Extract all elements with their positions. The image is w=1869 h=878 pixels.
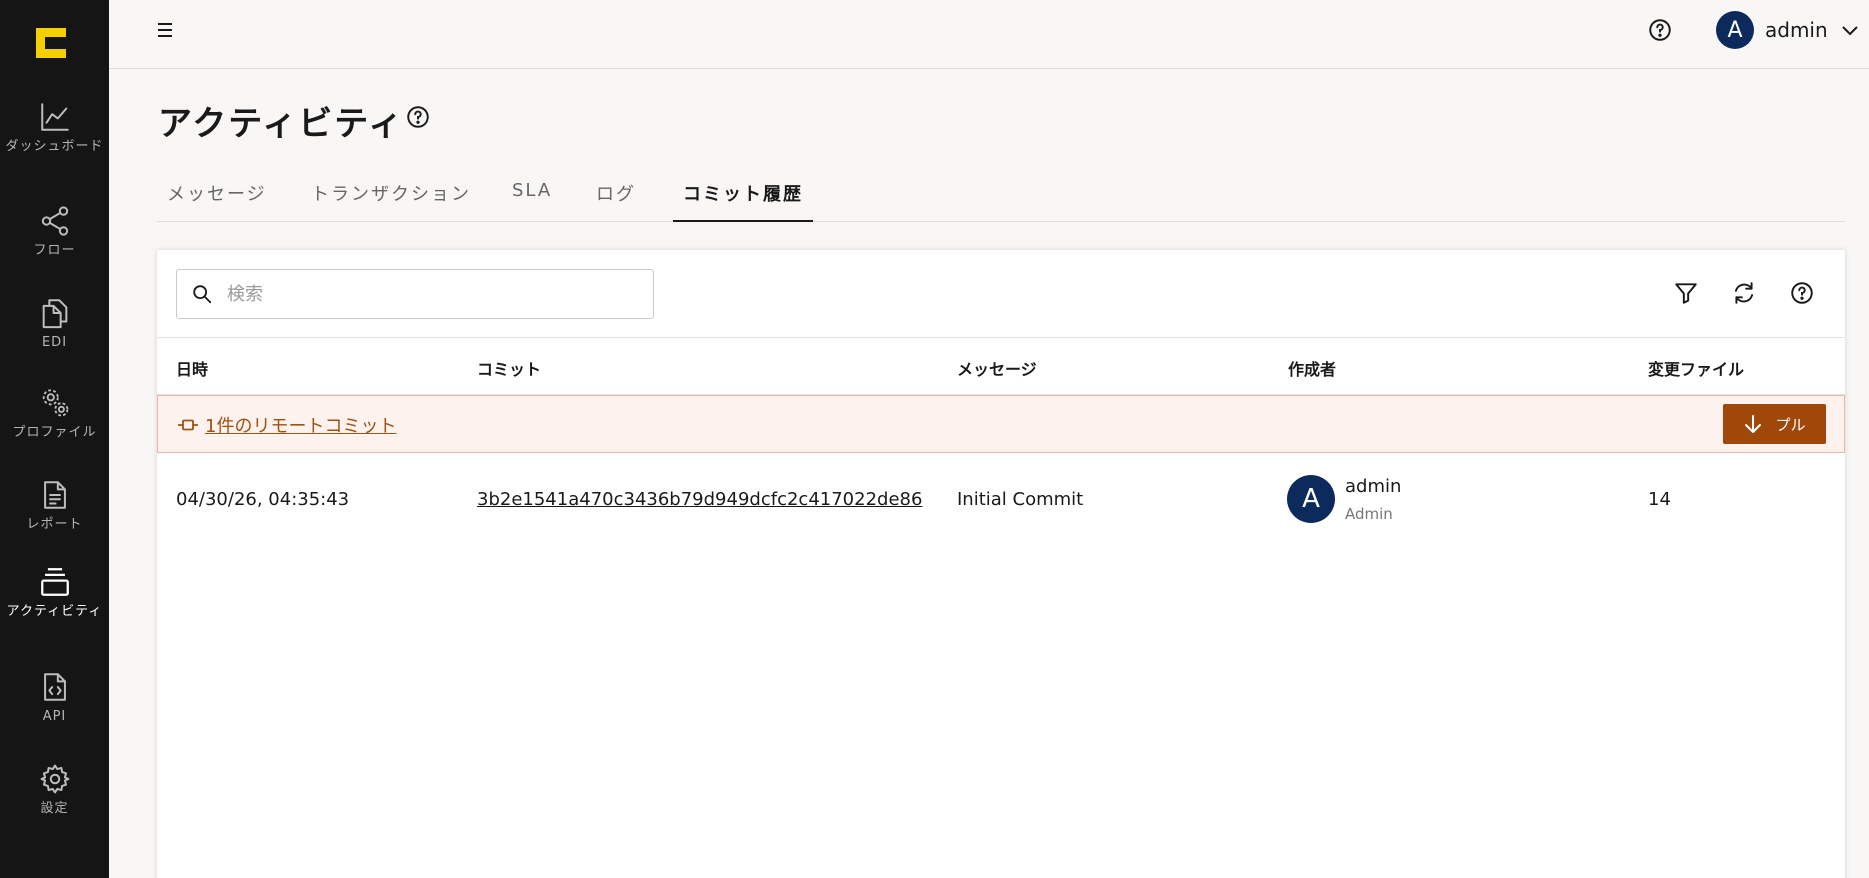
- sidebar-item-edi[interactable]: EDI: [0, 296, 109, 349]
- avatar: A: [1287, 475, 1335, 523]
- tab-bar: メッセージ トランザクション SLA ログ コミット履歴: [157, 170, 1845, 222]
- column-header-datetime[interactable]: 日時: [176, 356, 208, 380]
- user-menu[interactable]: A admin: [1716, 10, 1860, 50]
- tab-logs[interactable]: ログ: [586, 180, 646, 222]
- search-input[interactable]: [227, 283, 627, 305]
- documents-icon: [42, 299, 67, 329]
- sidebar-item-label: フロー: [33, 243, 76, 258]
- column-header-files-changed[interactable]: 変更ファイル: [1648, 356, 1744, 380]
- commit-icon: [178, 419, 198, 431]
- sidebar-item-activity[interactable]: アクティビティ: [0, 565, 109, 618]
- avatar: A: [1716, 11, 1754, 49]
- sidebar-item-report[interactable]: レポート: [0, 478, 109, 531]
- hamburger-menu-icon[interactable]: [151, 18, 179, 42]
- sidebar-item-label: API: [42, 709, 67, 724]
- pull-button-label: プル: [1775, 415, 1806, 434]
- tab-commit-history[interactable]: コミット履歴: [673, 180, 813, 222]
- commit-history-card: 日時 コミット メッセージ 作成者 変更ファイル 1件のリモートコミット プル …: [157, 250, 1845, 878]
- chevron-down-icon: [1841, 26, 1858, 36]
- cell-files-changed: 14: [1648, 489, 1671, 510]
- cell-datetime: 04/30/26, 04:35:43: [176, 489, 350, 510]
- remote-commits-banner: 1件のリモートコミット プル: [157, 395, 1845, 453]
- report-icon: [43, 481, 66, 509]
- sidebar-item-label: EDI: [41, 335, 68, 350]
- sidebar-item-label: ダッシュボード: [5, 139, 104, 154]
- tab-messages[interactable]: メッセージ: [157, 180, 277, 222]
- help-icon[interactable]: [1789, 280, 1815, 306]
- layers-icon: [40, 568, 69, 596]
- help-icon[interactable]: [1647, 17, 1673, 43]
- sidebar-item-api[interactable]: API: [0, 670, 109, 723]
- commit-hash-link[interactable]: 3b2e1541a470c3436b79d949dcfc2c417022de86: [477, 489, 922, 510]
- author-name: admin: [1345, 475, 1402, 497]
- refresh-icon[interactable]: [1731, 280, 1757, 306]
- search-field[interactable]: [176, 269, 654, 319]
- sidebar-item-settings[interactable]: 設定: [0, 762, 109, 815]
- page-title: アクティビティ: [158, 104, 405, 144]
- table-header: 日時 コミット メッセージ 作成者 変更ファイル: [157, 337, 1845, 395]
- help-icon[interactable]: [405, 104, 431, 130]
- sidebar-item-flow[interactable]: フロー: [0, 204, 109, 257]
- cell-author: A admin Admin: [1287, 475, 1401, 523]
- gear-icon: [40, 764, 69, 794]
- sidebar-item-label: アクティビティ: [6, 604, 103, 619]
- sidebar-item-profile[interactable]: プロファイル: [0, 386, 109, 439]
- sidebar-item-label: レポート: [26, 517, 83, 532]
- pull-button[interactable]: プル: [1723, 404, 1826, 444]
- remote-commits-text: 1件のリモートコミット: [205, 416, 397, 437]
- arrow-down-icon: [1745, 415, 1762, 433]
- cell-message: Initial Commit: [957, 489, 1084, 510]
- column-header-author[interactable]: 作成者: [1288, 356, 1336, 380]
- gears-icon: [42, 389, 68, 417]
- app-logo-icon[interactable]: [33, 25, 69, 61]
- search-icon: [193, 285, 212, 304]
- remote-commits-link[interactable]: 1件のリモートコミット: [177, 412, 396, 438]
- sidebar-item-label: プロファイル: [12, 425, 97, 440]
- tab-sla[interactable]: SLA: [502, 180, 562, 222]
- sidebar-item-dashboard[interactable]: ダッシュボード: [0, 100, 109, 153]
- table-row[interactable]: 04/30/26, 04:35:43 3b2e1541a470c3436b79d…: [157, 453, 1845, 547]
- column-header-commit[interactable]: コミット: [477, 356, 541, 380]
- chart-line-icon: [40, 103, 69, 131]
- share-nodes-icon: [41, 206, 68, 236]
- column-header-message[interactable]: メッセージ: [957, 356, 1037, 380]
- sidebar-item-label: 設定: [40, 801, 69, 816]
- sidebar: ダッシュボード フロー EDI プロファイル レポート アクティビティ API …: [0, 0, 109, 878]
- tab-transactions[interactable]: トランザクション: [301, 180, 481, 222]
- top-bar: A admin: [109, 0, 1869, 69]
- filter-icon[interactable]: [1673, 280, 1699, 306]
- user-name: admin: [1765, 18, 1828, 42]
- code-file-icon: [43, 673, 66, 701]
- author-role: Admin: [1345, 504, 1393, 523]
